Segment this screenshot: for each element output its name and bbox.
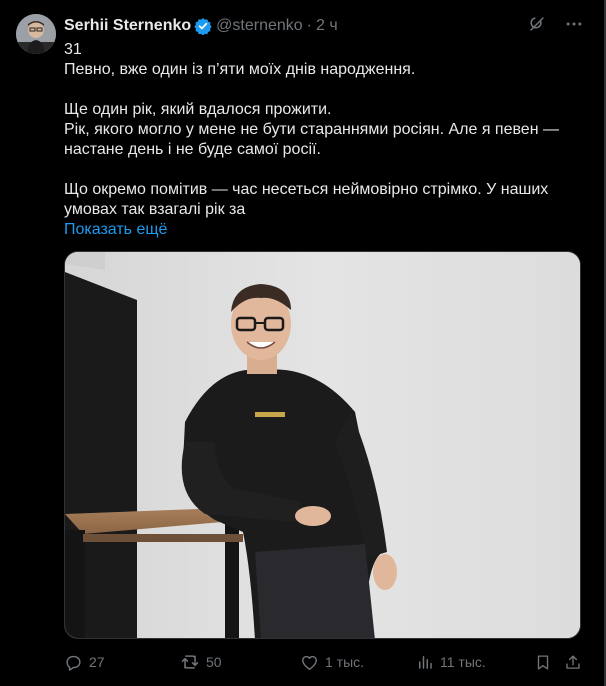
verified-badge-icon[interactable]: [194, 17, 212, 35]
tweet-line: Певно, вже один із п’яти моїх днів народ…: [64, 61, 416, 78]
more-icon[interactable]: [564, 14, 584, 34]
tweet-actions: 27 50 1 тыс. 11 тыс.: [64, 652, 584, 672]
tweet-header: Serhii Sternenko @sternenko · 2 ч: [64, 15, 544, 37]
tweet-photo[interactable]: [64, 251, 581, 639]
tweet-line: Ще один рік, який вдалося прожити.: [64, 101, 332, 118]
like-button[interactable]: 1 тыс.: [300, 653, 364, 672]
tweet-line: Рік, якого могло у мене не бути старання…: [64, 121, 559, 158]
author-handle[interactable]: @sternenko: [216, 17, 303, 35]
top-actions: [528, 14, 584, 34]
bookmark-button[interactable]: [534, 653, 552, 672]
like-count: 1 тыс.: [325, 654, 365, 670]
author-name[interactable]: Serhii Sternenko: [64, 17, 191, 35]
tweet-card[interactable]: Serhii Sternenko @sternenko · 2 ч 31 Пев…: [0, 0, 606, 686]
repost-button[interactable]: 50: [180, 652, 222, 672]
reply-count: 27: [89, 654, 105, 670]
share-button[interactable]: [564, 653, 582, 672]
tweet-line: Що окремо помітив — час несеться неймові…: [64, 181, 549, 218]
views-button[interactable]: 11 тыс.: [416, 653, 486, 671]
grok-icon[interactable]: [528, 15, 546, 33]
views-count: 11 тыс.: [440, 654, 486, 670]
repost-icon: [180, 652, 200, 672]
share-icon: [564, 653, 582, 672]
timestamp[interactable]: 2 ч: [316, 17, 338, 35]
reply-button[interactable]: 27: [64, 653, 105, 672]
tweet-text: 31 Певно, вже один із п’яти моїх днів на…: [64, 40, 580, 240]
tweet-line: 31: [64, 41, 82, 58]
show-more-link[interactable]: Показать ещё: [64, 220, 167, 240]
like-icon: [300, 653, 319, 672]
bookmark-icon: [534, 653, 552, 672]
repost-count: 50: [206, 654, 222, 670]
views-icon: [416, 653, 434, 671]
separator-dot: ·: [306, 17, 312, 34]
avatar[interactable]: [16, 14, 56, 54]
reply-icon: [64, 653, 83, 672]
